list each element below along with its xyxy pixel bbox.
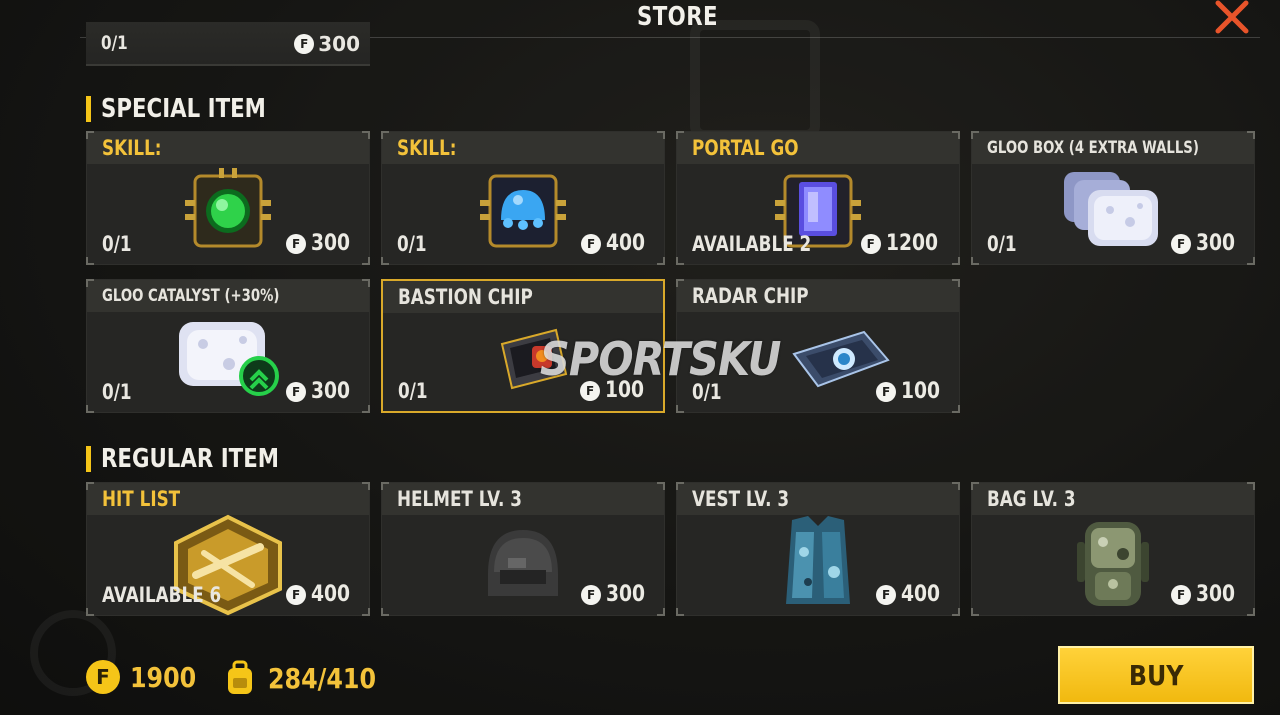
- backpack-icon: [1077, 522, 1149, 607]
- coin-balance-value: 1900: [130, 660, 197, 694]
- buy-button-label: BUY: [1128, 658, 1184, 692]
- coin-icon: F: [286, 381, 307, 402]
- price-value: 400: [606, 231, 646, 256]
- item-quantity: AVAILABLE 6: [102, 583, 222, 607]
- item-price: F 400: [581, 231, 652, 256]
- item-quantity: 0/1: [101, 32, 128, 54]
- coin-icon: F: [286, 584, 307, 605]
- item-quantity: 0/1: [397, 232, 427, 256]
- item-name: SKILL:: [397, 136, 457, 160]
- item-name: HELMET LV. 3: [397, 487, 522, 511]
- price-value: 400: [311, 582, 351, 607]
- gold-coin-icon: F: [86, 660, 120, 694]
- bag-capacity: 284/410: [222, 660, 395, 696]
- item-quantity: AVAILABLE 2: [692, 232, 812, 256]
- price-value: 300: [311, 379, 351, 404]
- item-card-hit-list[interactable]: HIT LIST AVAILABLE 6 F 400: [86, 482, 370, 616]
- price-value: 100: [901, 379, 941, 404]
- item-card-skill-2[interactable]: SKILL: 0/1 F 400: [381, 131, 665, 265]
- price-value: 100: [605, 378, 645, 403]
- coin-icon: F: [286, 233, 307, 254]
- price-value: 300: [1196, 231, 1236, 256]
- price-value: 300: [1196, 582, 1236, 607]
- item-name: PORTAL GO: [692, 136, 799, 160]
- price-value: 300: [606, 582, 646, 607]
- item-card-portal-go[interactable]: PORTAL GO AVAILABLE 2 F 1200: [676, 131, 960, 265]
- item-card-vest[interactable]: VEST LV. 3 F 400: [676, 482, 960, 616]
- green-skill-chip-icon: [185, 168, 271, 248]
- gloo-catalyst-icon: [179, 321, 279, 396]
- item-card-gloo-box[interactable]: GLOO BOX (4 EXTRA WALLS) 0/1 F 300: [971, 131, 1255, 265]
- item-quantity: 0/1: [102, 380, 132, 404]
- item-quantity: 0/1: [398, 379, 428, 403]
- item-price: F 300: [294, 32, 360, 56]
- item-card-bag[interactable]: BAG LV. 3 F 300: [971, 482, 1255, 616]
- vest-icon: [786, 516, 850, 605]
- item-card-helmet[interactable]: HELMET LV. 3 F 300: [381, 482, 665, 616]
- coin-balance: F 1900: [86, 660, 208, 694]
- coin-icon: F: [580, 380, 601, 401]
- item-name: RADAR CHIP: [692, 284, 809, 308]
- item-name: BAG LV. 3: [987, 487, 1076, 511]
- bag-capacity-value: 284/410: [268, 661, 377, 695]
- item-name: VEST LV. 3: [692, 487, 790, 511]
- item-name: SKILL:: [102, 136, 162, 160]
- coin-icon: F: [294, 34, 315, 54]
- section-title-text: REGULAR ITEM: [101, 444, 279, 474]
- coin-icon: F: [1171, 584, 1192, 605]
- item-card-gloo-catalyst[interactable]: GLOO CATALYST (+30%) 0/1 F 300: [86, 279, 370, 413]
- item-price: F 300: [1171, 582, 1242, 607]
- item-price: F 300: [286, 379, 357, 404]
- item-price: F 400: [876, 582, 947, 607]
- item-price: F 300: [581, 582, 652, 607]
- blue-skill-chip-icon: [480, 174, 566, 248]
- item-card-radar-chip[interactable]: RADAR CHIP 0/1 F 100: [676, 279, 960, 413]
- close-button[interactable]: [1210, 0, 1254, 34]
- item-name: BASTION CHIP: [398, 285, 533, 309]
- section-accent-bar: [86, 446, 91, 472]
- item-price: F 300: [286, 231, 357, 256]
- price-value: 300: [318, 32, 360, 56]
- coin-icon: F: [876, 584, 897, 605]
- coin-icon: F: [876, 381, 897, 402]
- item-name: GLOO BOX (4 EXTRA WALLS): [987, 138, 1199, 158]
- item-price: F 100: [876, 379, 947, 404]
- section-title-regular: REGULAR ITEM: [86, 444, 318, 474]
- item-price: F 100: [580, 378, 651, 403]
- item-name: GLOO CATALYST (+30%): [102, 286, 280, 306]
- item-quantity: 0/1: [102, 232, 132, 256]
- coin-icon: F: [860, 233, 881, 254]
- item-card-partial[interactable]: 0/1 F 300: [86, 22, 370, 66]
- gloo-wall-icon: [1064, 171, 1158, 246]
- coin-icon: F: [581, 233, 602, 254]
- item-card-bastion-chip[interactable]: BASTION CHIP 0/1 F 100: [381, 279, 665, 413]
- section-title-text: SPECIAL ITEM: [101, 94, 266, 124]
- helmet-icon: [488, 529, 558, 596]
- coin-icon: F: [1171, 233, 1192, 254]
- buy-button[interactable]: BUY: [1058, 646, 1254, 704]
- close-icon: [1215, 0, 1249, 34]
- section-title-special: SPECIAL ITEM: [86, 94, 302, 124]
- background-ghost-shape: [690, 20, 820, 140]
- item-price: F 400: [286, 582, 357, 607]
- coin-icon: F: [581, 584, 602, 605]
- section-accent-bar: [86, 96, 91, 122]
- item-card-skill-1[interactable]: SKILL: 0/1 F 300: [86, 131, 370, 265]
- price-value: 300: [311, 231, 351, 256]
- item-quantity: 0/1: [692, 380, 722, 404]
- price-value: 1200: [885, 231, 938, 256]
- item-price: F 300: [1171, 231, 1242, 256]
- price-value: 400: [901, 582, 941, 607]
- item-quantity: 0/1: [987, 232, 1017, 256]
- item-price: F 1200: [860, 231, 947, 256]
- backpack-capacity-icon: [228, 660, 252, 694]
- item-name: HIT LIST: [102, 487, 181, 511]
